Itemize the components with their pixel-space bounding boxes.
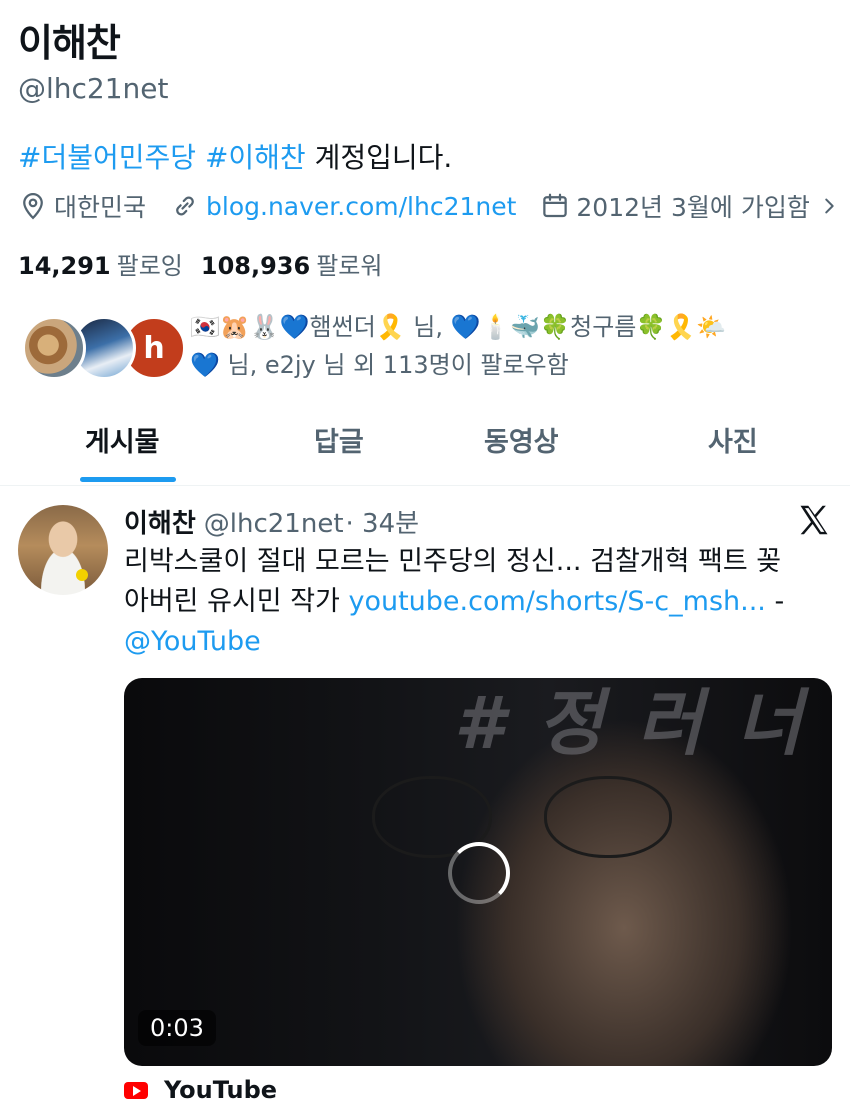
link-icon	[176, 196, 194, 216]
bio-text: 계정입니다.	[305, 141, 453, 174]
followers-link[interactable]: 108,936 팔로워	[201, 252, 401, 280]
joined-text: 2012년 3월에 가입함	[576, 193, 810, 222]
chevron-right-icon[interactable]	[818, 195, 840, 217]
tweet-link[interactable]: youtube.com/shorts/S-c_msh...	[348, 586, 765, 617]
profile-website[interactable]: blog.naver.com/lhc21net	[170, 191, 516, 221]
following-count: 14,291	[18, 252, 111, 280]
video-watermark: # 정 러 너	[454, 681, 807, 765]
followed-by-line: 💙 님, e2jy 님 외 113명이 팔로우함	[190, 351, 569, 379]
media-source[interactable]: YouTube	[124, 1076, 277, 1104]
profile-location: 대한민국	[18, 188, 146, 224]
active-tab-indicator	[80, 477, 176, 482]
profile-joined: 2012년 3월에 가입함	[540, 188, 839, 224]
tweet-mention[interactable]: @YouTube	[124, 626, 261, 657]
tweet-author-handle[interactable]: @lhc21net	[204, 509, 344, 539]
tweet-text-plain: 아버린 유시민 작가	[124, 586, 349, 617]
tweet-text-line: @YouTube	[124, 622, 824, 662]
video-player[interactable]: # 정 러 너 0:03	[124, 678, 832, 1066]
followers-count: 108,936	[200, 252, 311, 280]
profile-display-name: 이해찬	[18, 21, 121, 65]
tweet-text: 리박스쿨이 절대 모르는 민주당의 정신... 검찰개혁 팩트 꽂 아버린 유시…	[124, 542, 824, 662]
bio-hashtag-party[interactable]: #더불어민주당	[18, 141, 196, 174]
profile-bio: #더불어민주당 #이해찬 계정입니다.	[18, 136, 452, 176]
profile-handle: @lhc21net	[18, 72, 169, 105]
tweet-header: 이해찬 @lhc21net· 34분	[124, 503, 419, 540]
tab-replies[interactable]: 답글	[314, 420, 364, 459]
follow-counts: 14,291 팔로잉 108,936 팔로워	[18, 246, 400, 281]
followed-by-line: 🇰🇷🐹🐰💙햄썬더🎗️ 님, 💙🕯️🐳🍀청구름🍀🎗️🌤️	[190, 313, 727, 341]
x-logo-icon	[800, 505, 828, 535]
following-label: 팔로잉	[116, 252, 183, 280]
tab-posts[interactable]: 게시물	[85, 420, 160, 459]
tweet-dash: -	[765, 586, 785, 617]
youtube-icon	[124, 1081, 148, 1099]
media-source-label: YouTube	[164, 1076, 278, 1104]
video-duration: 0:03	[138, 1010, 216, 1046]
followed-by-text[interactable]: 🇰🇷🐹🐰💙햄썬더🎗️ 님, 💙🕯️🐳🍀청구름🍀🎗️🌤️ 💙 님, e2jy 님 …	[190, 308, 830, 384]
profile-meta-row: 대한민국 blog.naver.com/lhc21net 2012년 3월에 가…	[18, 188, 850, 224]
avatar	[22, 316, 86, 380]
website-link[interactable]: blog.naver.com/lhc21net	[206, 192, 516, 221]
ribbon-pin	[76, 569, 88, 581]
followed-by-avatars[interactable]: h	[22, 316, 186, 384]
calendar-icon	[543, 193, 568, 218]
location-text: 대한민국	[54, 193, 147, 222]
tweet-author-avatar[interactable]	[18, 505, 108, 595]
tweet-author-name[interactable]: 이해찬	[124, 509, 196, 539]
video-frame-detail	[544, 776, 672, 858]
tweet-text-line: 아버린 유시민 작가 youtube.com/shorts/S-c_msh...…	[124, 582, 824, 622]
avatar-letter: h	[143, 330, 165, 366]
tweet-text-line: 리박스쿨이 절대 모르는 민주당의 정신... 검찰개혁 팩트 꽂	[124, 546, 782, 577]
loading-spinner-icon	[448, 842, 510, 904]
tweet-timestamp[interactable]: · 34분	[346, 509, 420, 539]
followers-label: 팔로워	[316, 252, 383, 280]
bio-hashtag-name[interactable]: #이해찬	[205, 141, 306, 174]
tab-videos[interactable]: 동영상	[484, 420, 559, 459]
profile-tabs: 게시물 답글 동영상 사진	[0, 400, 850, 486]
following-link[interactable]: 14,291 팔로잉	[18, 252, 201, 280]
tab-photos[interactable]: 사진	[708, 420, 758, 459]
location-pin-icon	[23, 192, 43, 220]
